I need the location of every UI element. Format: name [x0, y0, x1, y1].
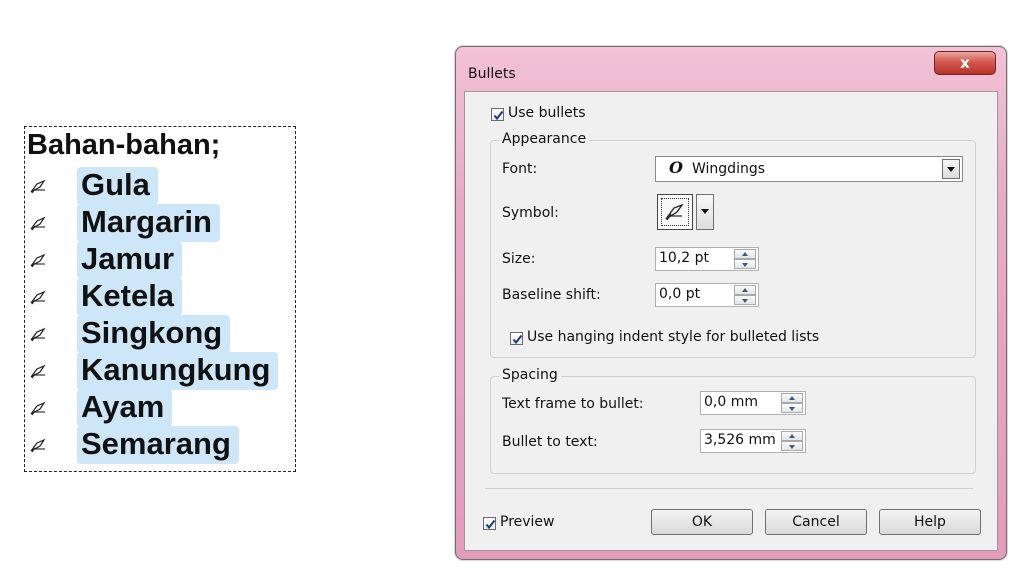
list-item: Ayam — [25, 389, 297, 427]
bullet-spin-buttons — [781, 431, 803, 451]
spin-up-icon[interactable] — [734, 249, 756, 259]
checkmark-icon — [485, 519, 496, 530]
preview-label: Preview — [500, 514, 555, 530]
dialog-title: Bullets — [468, 66, 516, 82]
appearance-legend: Appearance — [499, 131, 590, 147]
list-item-text: Gula — [77, 167, 158, 205]
symbol-label: Symbol: — [502, 205, 559, 221]
frame-spin-buttons — [781, 393, 803, 413]
list-item: Jamur — [25, 241, 297, 279]
use-bullets-checkbox[interactable] — [491, 108, 504, 121]
list-item-text: Singkong — [77, 315, 231, 353]
writing-hand-icon — [30, 401, 46, 416]
font-label: Font: — [502, 161, 538, 177]
text-frame[interactable]: Bahan-bahan; Gula Margarin Jamur Ketela Sing… — [24, 126, 296, 472]
baseline-shift-label: Baseline shift: — [502, 287, 601, 303]
list-item-text: Margarin — [77, 204, 220, 242]
cancel-button[interactable]: Cancel — [765, 509, 867, 535]
frame-to-bullet-label: Text frame to bullet: — [502, 396, 644, 412]
baseline-shift-spinner[interactable]: 0,0 pt — [655, 283, 759, 307]
spin-up-icon[interactable] — [734, 285, 756, 295]
writing-hand-icon — [30, 327, 46, 342]
use-bullets-label: Use bullets — [508, 105, 586, 121]
size-spin-buttons — [734, 249, 756, 269]
hanging-indent-checkbox[interactable] — [510, 332, 523, 345]
symbol-focus — [661, 198, 689, 226]
checkmark-icon — [512, 334, 523, 345]
spin-down-icon[interactable] — [734, 295, 756, 305]
size-value: 10,2 pt — [659, 250, 709, 266]
list-item: Semarang — [25, 426, 297, 464]
close-button[interactable]: x — [934, 51, 996, 75]
list-item-text: Kanungkung — [77, 352, 279, 390]
spin-up-icon[interactable] — [781, 431, 803, 441]
writing-hand-icon — [30, 253, 46, 268]
ok-button[interactable]: OK — [651, 509, 753, 535]
font-value: Wingdings — [692, 161, 766, 177]
frame-title: Bahan-bahan; — [27, 129, 221, 161]
list-item-text: Ketela — [77, 278, 183, 316]
baseline-spin-buttons — [734, 285, 756, 305]
writing-hand-icon — [30, 438, 46, 453]
baseline-shift-value: 0,0 pt — [659, 286, 701, 302]
bullets-dialog: Bullets x Use bullets Appearance Font: O… — [455, 46, 1007, 560]
writing-hand-icon — [30, 179, 46, 194]
frame-to-bullet-value: 0,0 mm — [704, 394, 758, 410]
font-dropdown[interactable]: O Wingdings — [655, 156, 963, 182]
list-item-text: Jamur — [77, 241, 183, 279]
bullet-to-text-value: 3,526 mm — [704, 432, 776, 448]
symbol-picker[interactable] — [657, 194, 693, 230]
list-item: Kanungkung — [25, 352, 297, 390]
font-type-icon: O — [669, 158, 683, 177]
list-item: Ketela — [25, 278, 297, 316]
spin-down-icon[interactable] — [734, 259, 756, 269]
dialog-client: Use bullets Appearance Font: O Wingdings… — [464, 91, 998, 551]
title-bar[interactable]: Bullets x — [456, 47, 1006, 91]
preview-checkbox[interactable] — [483, 517, 496, 530]
spin-up-icon[interactable] — [781, 393, 803, 403]
writing-hand-icon — [30, 290, 46, 305]
frame-to-bullet-spinner[interactable]: 0,0 mm — [700, 391, 806, 415]
symbol-dropdown-button[interactable] — [696, 194, 714, 230]
spin-down-icon[interactable] — [781, 403, 803, 413]
bullet-to-text-label: Bullet to text: — [502, 434, 598, 450]
size-spinner[interactable]: 10,2 pt — [655, 247, 759, 271]
spin-down-icon[interactable] — [781, 441, 803, 451]
help-button[interactable]: Help — [879, 509, 981, 535]
separator — [485, 488, 973, 489]
writing-hand-icon — [665, 203, 684, 221]
chevron-down-icon[interactable] — [942, 159, 960, 179]
list-item-text: Ayam — [77, 389, 173, 427]
spacing-legend: Spacing — [499, 367, 561, 383]
writing-hand-icon — [30, 364, 46, 379]
writing-hand-icon — [30, 216, 46, 231]
bullet-to-text-spinner[interactable]: 3,526 mm — [700, 429, 806, 453]
checkmark-icon — [493, 110, 504, 121]
close-icon: x — [960, 54, 970, 72]
size-label: Size: — [502, 251, 536, 267]
list-item: Singkong — [25, 315, 297, 353]
list-item-text: Semarang — [77, 426, 239, 464]
list-item: Margarin — [25, 204, 297, 242]
list-item: Gula — [25, 167, 297, 205]
hanging-indent-label: Use hanging indent style for bulleted li… — [527, 329, 820, 345]
